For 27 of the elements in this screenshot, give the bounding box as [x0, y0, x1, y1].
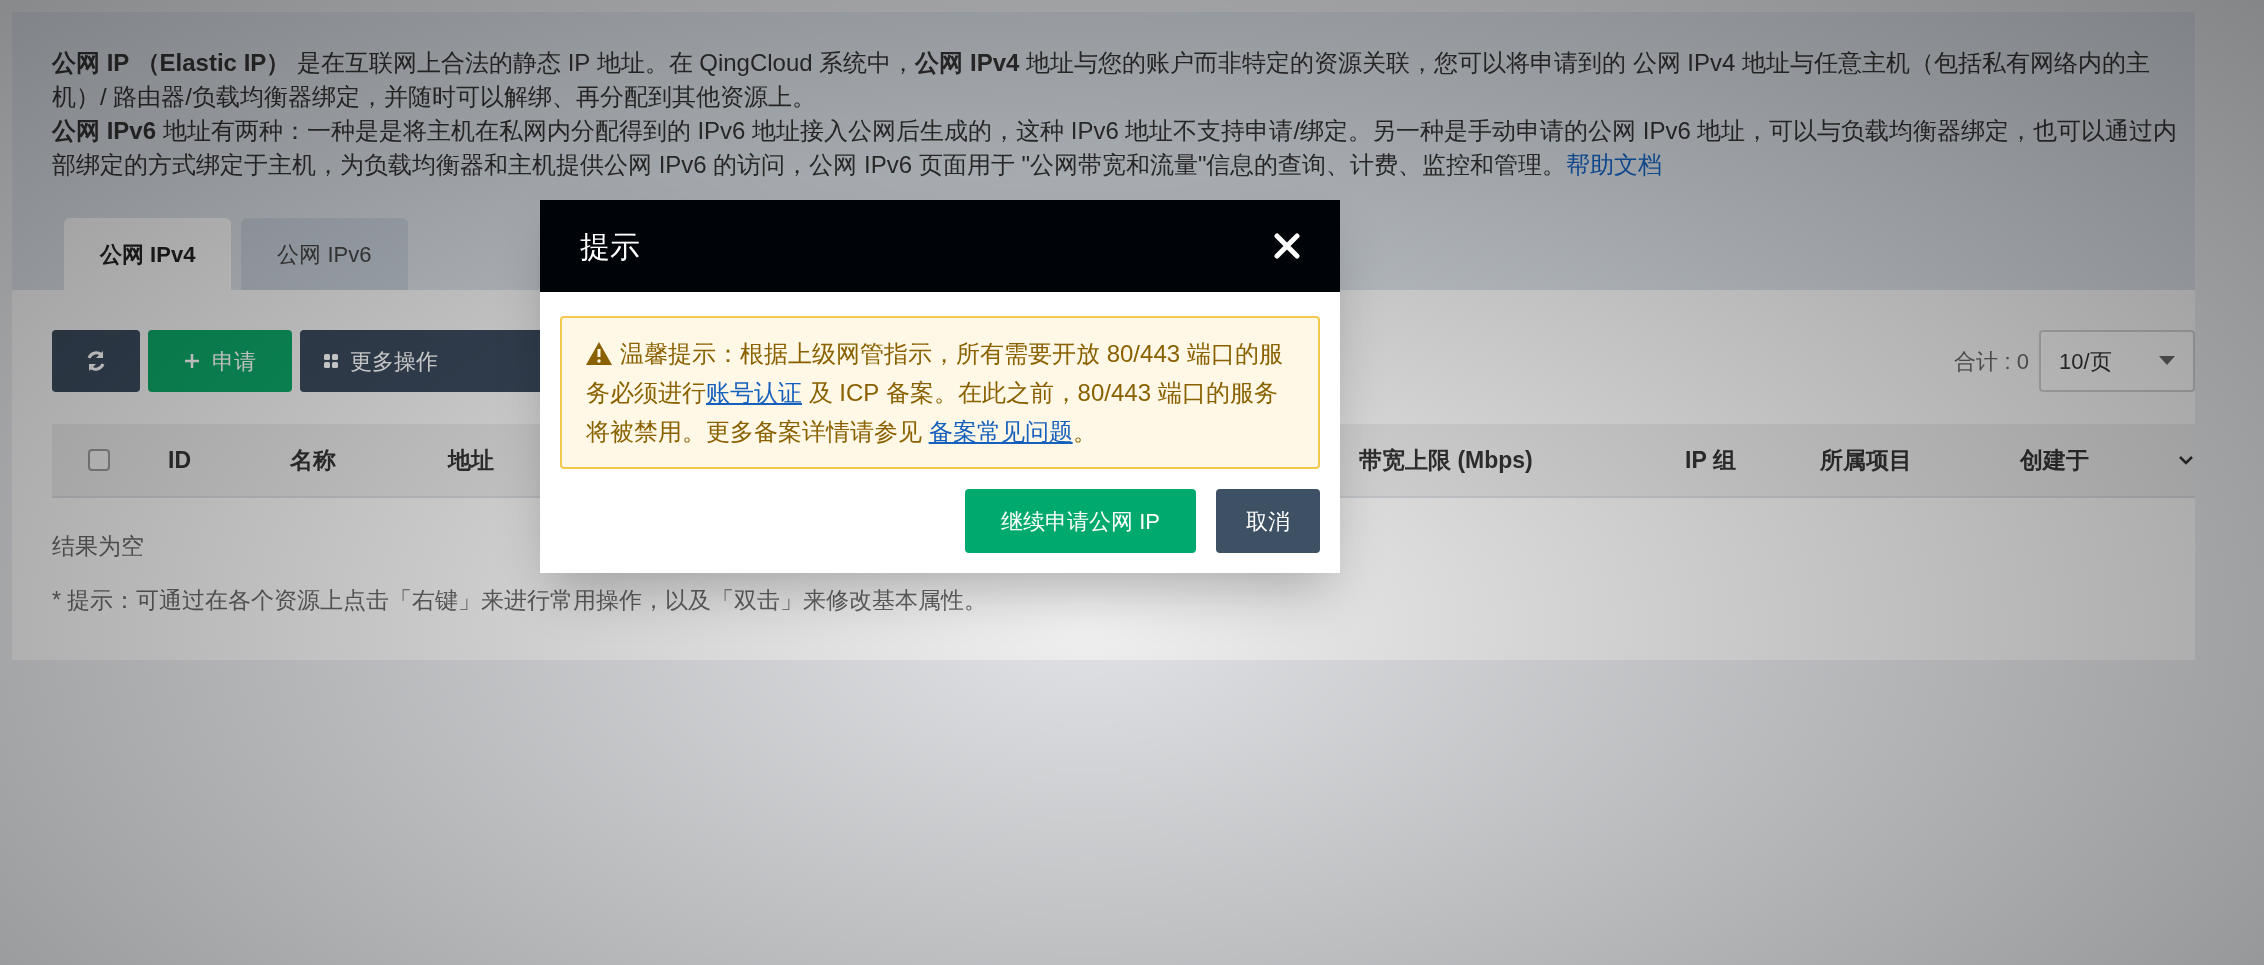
- link[interactable]: 账号认证: [706, 379, 802, 406]
- tab[interactable]: 公网 IPv6: [241, 218, 408, 290]
- hint-text: * 提示：可通过在各个资源上点击「右键」来进行常用操作，以及「双击」来修改基本属性。: [52, 586, 988, 615]
- dialog-title: 提示: [580, 228, 640, 265]
- refresh-button[interactable]: [52, 330, 140, 392]
- description-text: 公网 IP （Elastic IP） 是在互联网上合法的静态 IP 地址。在 QingCloud 系统中，公网 IPv4 地址与您的账户而非特定的资源关联，您可以将申请到的 公网 IPv4 地址与任意主机（包括私有网络内的主机）/ 路由器/负载均衡器绑定，并随时可以解绑、再分配到其他资源上。: [52, 48, 2152, 112]
- help-link[interactable]: 帮助文档: [1566, 151, 1663, 178]
- cancel-button[interactable]: 取消: [1216, 489, 1320, 553]
- select-all-checkbox[interactable]: [88, 449, 110, 471]
- close-icon[interactable]: [1274, 233, 1300, 259]
- description-text: 公网 IPv6 地址有两种：一种是是将主机在私网内分配得到的 IPv6 地址接入公网后生成的，这种 IPv6 地址不支持申请/绑定。另一种是手动申请的公网 IPv6 地址，可以与负载均衡器绑定，也可以通过内部绑定的方式绑定于主机，为负载均衡器和主机提供公网 IPv6 的访问，公网 IPv6 页面用于 "公网带宽和流量"信息的查询、计费、监控和管理。帮助文档: [52, 116, 2179, 180]
- total-count: 合计 : 0: [1954, 347, 2029, 376]
- column-header[interactable]: 带宽上限 (Mbps): [1359, 442, 1685, 478]
- column-header[interactable]: 创建于: [2020, 442, 2170, 478]
- grid-icon: [324, 354, 338, 368]
- caret-icon: [2159, 356, 2175, 366]
- page-size-select[interactable]: 10/页: [2039, 330, 2195, 392]
- column-header[interactable]: 所属项目: [1820, 442, 2020, 478]
- tab[interactable]: 公网 IPv4: [64, 218, 232, 290]
- plus-icon: [184, 353, 200, 369]
- column-header[interactable]: ID: [168, 442, 290, 478]
- warning-icon: [586, 342, 612, 365]
- empty-message: 结果为空: [52, 532, 144, 561]
- column-header[interactable]: IP 组: [1685, 442, 1820, 478]
- chevron-down-icon[interactable]: [2178, 455, 2194, 465]
- link[interactable]: 备案常见问题: [928, 418, 1073, 445]
- column-header[interactable]: 名称: [290, 442, 448, 478]
